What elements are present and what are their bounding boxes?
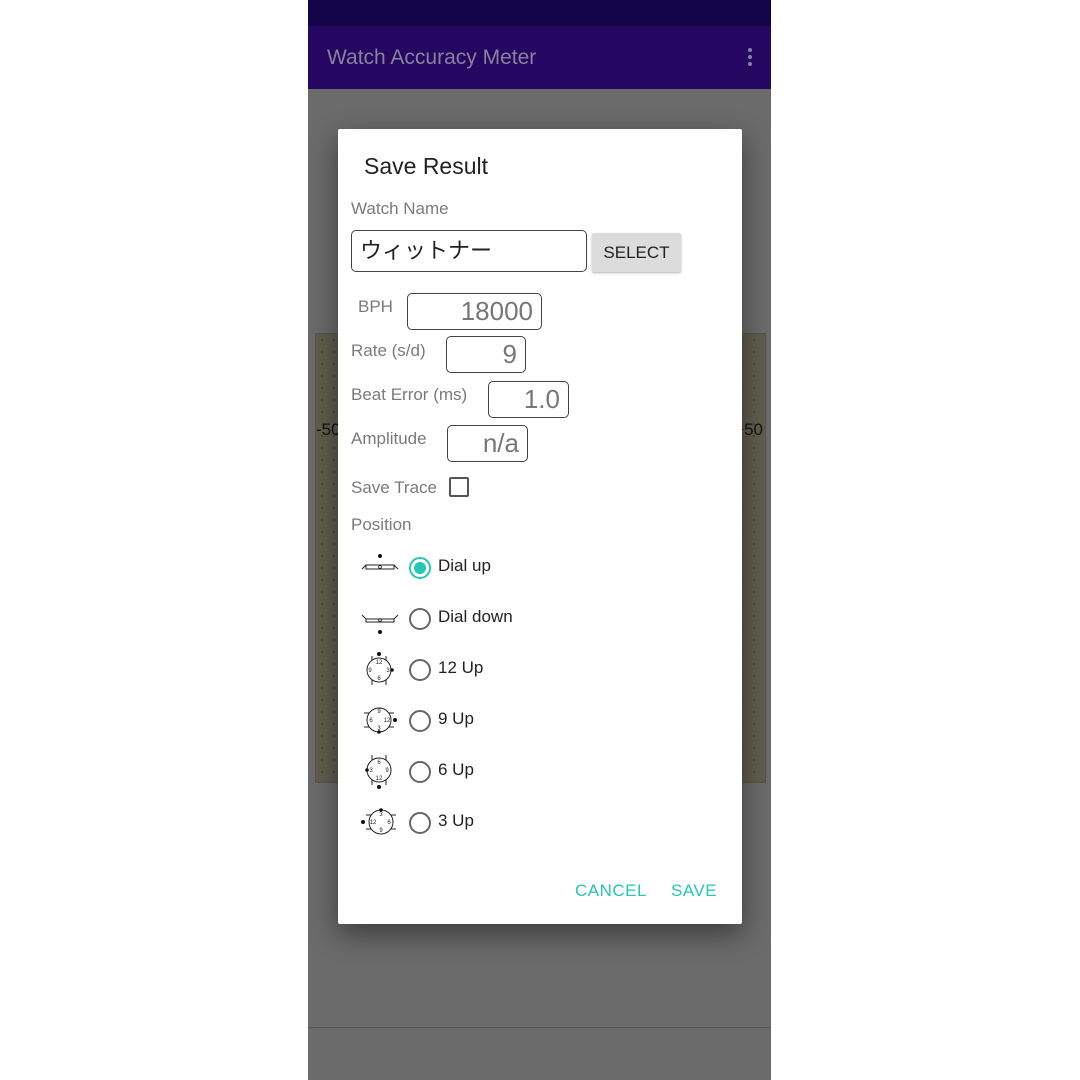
radio-9-up[interactable] [409, 710, 431, 732]
bottom-divider [308, 1027, 771, 1028]
more-vert-icon[interactable] [747, 48, 753, 68]
position-option-12-up[interactable]: 12 9 3 6 12 Up [358, 649, 658, 689]
position-option-dial-up[interactable]: Dial up [358, 547, 658, 587]
bph-input[interactable]: 18000 [407, 293, 542, 330]
crown-12-up-icon: 12 9 3 6 [366, 652, 394, 685]
app-bar: Watch Accuracy Meter [308, 26, 771, 89]
svg-text:12: 12 [376, 660, 383, 666]
status-bar [308, 0, 771, 26]
svg-text:12: 12 [376, 776, 383, 782]
svg-text:12: 12 [370, 820, 377, 826]
crown-6-up-icon: 6 3 9 12 [365, 755, 392, 789]
beat-error-input[interactable]: 1.0 [488, 381, 569, 418]
dial-down-icon [361, 614, 399, 634]
select-button[interactable]: SELECT [592, 233, 681, 272]
amplitude-input[interactable]: n/a [447, 425, 528, 462]
position-option-9-up[interactable]: 9 6 12 3 9 Up [358, 700, 658, 740]
radio-label: 12 Up [438, 658, 484, 677]
svg-text:12: 12 [384, 718, 391, 724]
app-title: Watch Accuracy Meter [327, 46, 537, 69]
crown-9-up-icon: 9 6 12 3 [364, 707, 397, 734]
position-option-3-up[interactable]: 3 12 6 9 3 Up [358, 802, 658, 842]
position-label: Position [351, 515, 412, 534]
svg-text:9: 9 [385, 768, 389, 774]
radio-label: 9 Up [438, 709, 474, 728]
save-result-dialog: Save Result Watch Name ウィットナー SELECT BPH… [338, 129, 742, 924]
bph-label: BPH [358, 297, 393, 316]
svg-text:9: 9 [379, 828, 383, 834]
radio-6-up[interactable] [409, 761, 431, 783]
amplitude-label: Amplitude [351, 429, 427, 448]
svg-text:6: 6 [387, 820, 391, 826]
radio-label: 3 Up [438, 811, 474, 830]
rate-label: Rate (s/d) [351, 341, 426, 360]
watch-name-input[interactable]: ウィットナー [351, 230, 587, 272]
save-trace-checkbox[interactable] [449, 477, 469, 497]
svg-text:3: 3 [377, 726, 381, 732]
dialog-title: Save Result [364, 153, 489, 179]
svg-text:3: 3 [386, 668, 390, 674]
radio-label: Dial down [438, 607, 513, 626]
position-option-6-up[interactable]: 6 3 9 12 6 Up [358, 751, 658, 791]
radio-label: Dial up [438, 556, 491, 575]
crown-3-up-icon: 3 12 6 9 [361, 808, 396, 835]
svg-text:6: 6 [377, 760, 381, 766]
save-trace-label: Save Trace [351, 478, 437, 497]
cancel-button[interactable]: CANCEL [575, 881, 647, 901]
radio-dial-down[interactable] [409, 608, 431, 630]
dial-up-icon [361, 554, 399, 570]
radio-label: 6 Up [438, 760, 474, 779]
radio-dial-up[interactable] [409, 557, 431, 579]
svg-text:3: 3 [369, 768, 373, 774]
save-button[interactable]: SAVE [671, 881, 717, 901]
beat-error-label: Beat Error (ms) [351, 385, 468, 404]
svg-text:3: 3 [379, 812, 383, 818]
position-option-dial-down[interactable]: Dial down [358, 598, 658, 638]
svg-text:9: 9 [377, 709, 381, 715]
watch-name-label: Watch Name [351, 199, 449, 218]
axis-label-left: -50 [316, 420, 341, 439]
svg-text:6: 6 [377, 676, 381, 682]
svg-text:9: 9 [368, 668, 372, 674]
rate-input[interactable]: 9 [446, 336, 526, 373]
radio-12-up[interactable] [409, 659, 431, 681]
svg-text:6: 6 [369, 718, 373, 724]
radio-3-up[interactable] [409, 812, 431, 834]
